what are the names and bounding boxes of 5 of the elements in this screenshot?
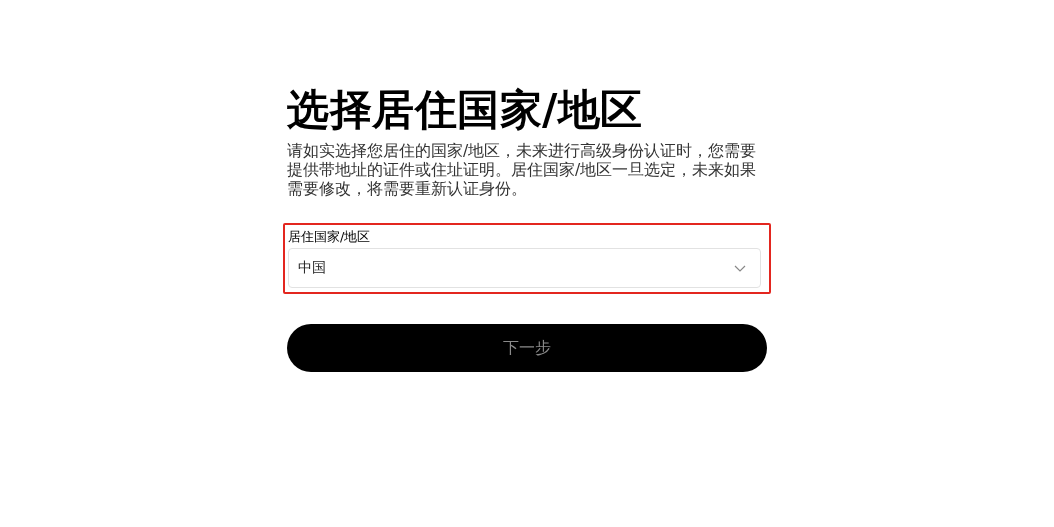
description-text: 请如实选择您居住的国家/地区，未来进行高级身份认证时，您需要提供带地址的证件或住址证明。居住国家/地区一旦选定，未来如果需要修改，将需要重新认证身份。 bbox=[287, 142, 758, 199]
field-label: 居住国家/地区 bbox=[288, 229, 372, 245]
country-select[interactable]: 中国 bbox=[288, 248, 761, 288]
page-title: 选择居住国家/地区 bbox=[287, 84, 644, 136]
chevron-down-icon bbox=[734, 264, 746, 272]
